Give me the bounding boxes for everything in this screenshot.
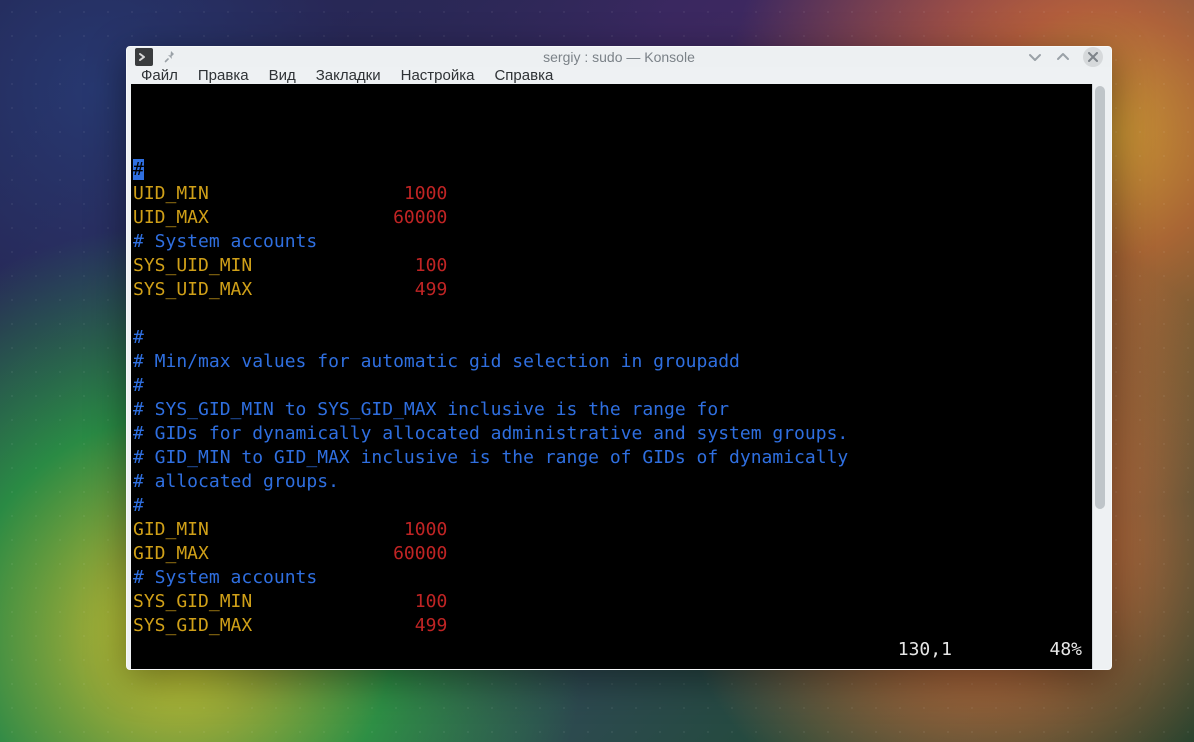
terminal-line: UID_MIN 1000	[133, 182, 1090, 206]
menu-file[interactable]: Файл	[141, 67, 178, 84]
konsole-window: sergiy : sudo — Konsole Файл Правка Вид …	[126, 46, 1112, 670]
terminal-line	[133, 302, 1090, 326]
close-button[interactable]	[1083, 47, 1103, 67]
terminal-line: GID_MIN 1000	[133, 518, 1090, 542]
terminal-container: #UID_MIN 1000UID_MAX 60000# System accou…	[131, 84, 1107, 670]
terminal-line: # allocated groups.	[133, 470, 1090, 494]
terminal-line: #	[133, 326, 1090, 350]
menu-bookmarks[interactable]: Закладки	[316, 67, 381, 84]
maximize-icon[interactable]	[1055, 49, 1071, 65]
vim-status-line: 130,1 48%	[811, 614, 1082, 670]
terminal-line: SYS_UID_MAX 499	[133, 278, 1090, 302]
menu-edit[interactable]: Правка	[198, 67, 249, 84]
menu-settings[interactable]: Настройка	[401, 67, 475, 84]
cursor-position: 130,1	[898, 639, 952, 660]
app-icon	[135, 48, 153, 66]
terminal-line: #	[133, 374, 1090, 398]
terminal-line: # System accounts	[133, 230, 1090, 254]
terminal-line: SYS_UID_MIN 100	[133, 254, 1090, 278]
terminal-line: UID_MAX 60000	[133, 206, 1090, 230]
terminal-line: # System accounts	[133, 566, 1090, 590]
terminal-line: # Min/max values for automatic gid selec…	[133, 350, 1090, 374]
window-titlebar[interactable]: sergiy : sudo — Konsole	[127, 47, 1111, 67]
terminal-line: SYS_GID_MIN 100	[133, 590, 1090, 614]
menu-help[interactable]: Справка	[494, 67, 553, 84]
terminal-line: GID_MAX 60000	[133, 542, 1090, 566]
window-title: sergiy : sudo — Konsole	[127, 49, 1111, 65]
terminal-line: #	[133, 494, 1090, 518]
terminal-line: # GID_MIN to GID_MAX inclusive is the ra…	[133, 446, 1090, 470]
menu-bar: Файл Правка Вид Закладки Настройка Справ…	[127, 67, 1111, 84]
terminal-scrollbar[interactable]	[1092, 84, 1107, 670]
terminal-line: # SYS_GID_MIN to SYS_GID_MAX inclusive i…	[133, 398, 1090, 422]
scroll-percent: 48%	[1049, 639, 1082, 660]
menu-view[interactable]: Вид	[269, 67, 296, 84]
scrollbar-thumb[interactable]	[1095, 86, 1105, 509]
terminal-line: #	[133, 158, 1090, 182]
terminal-line: # GIDs for dynamically allocated adminis…	[133, 422, 1090, 446]
minimize-icon[interactable]	[1027, 49, 1043, 65]
pin-icon[interactable]	[163, 50, 177, 64]
terminal-viewport[interactable]: #UID_MIN 1000UID_MAX 60000# System accou…	[131, 84, 1092, 670]
